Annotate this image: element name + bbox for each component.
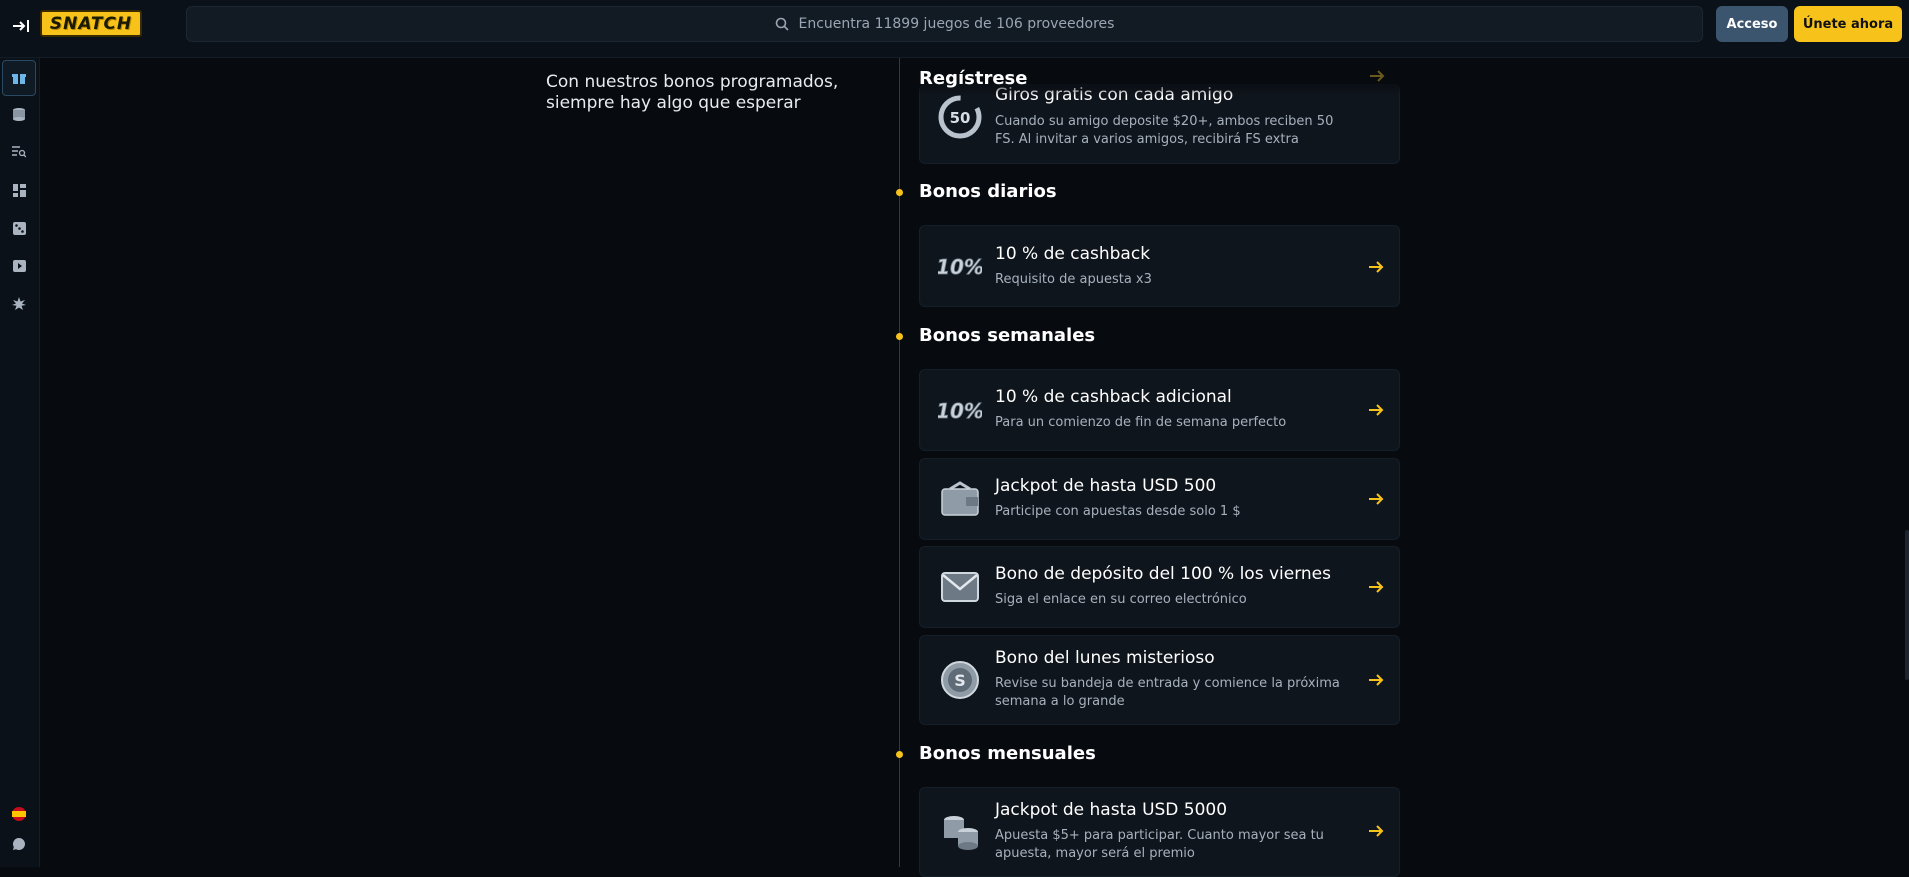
section-title-register: Regístrese [919,68,1028,89]
coins-icon [13,108,25,121]
live-video-icon [12,260,26,272]
card-title: 10 % de cashback [995,244,1151,264]
bonus-card-friday-deposit[interactable]: Bono de depósito del 100 % los viernes S… [919,546,1400,628]
bonus-card-jackpot-500[interactable]: Jackpot de hasta USD 500 Participe con a… [919,458,1400,540]
coin-stack-icon [938,810,982,854]
sidebar-item-bonuses[interactable] [2,60,36,96]
site-logo[interactable]: SNATCH [40,10,142,37]
card-description: Participe con apuestas desde solo 1 $ [995,504,1241,519]
list-search-icon [12,146,26,158]
search-placeholder: Encuentra 11899 juegos de 106 proveedore… [798,16,1115,32]
ten-percent-icon: 10% [938,388,982,432]
bonus-card-daily-cashback[interactable]: 10% 10 % de cashback Requisito de apuest… [919,225,1400,307]
wallet-icon [938,477,982,521]
coin-s-icon: S [938,658,982,702]
card-title: 10 % de cashback adicional [995,387,1232,407]
arrow-right-icon[interactable] [1368,66,1388,86]
arrow-right-icon[interactable] [1367,400,1387,420]
arrow-right-icon[interactable] [1367,670,1387,690]
card-title: Bono del lunes misterioso [995,648,1215,668]
timeline-dot [896,333,903,340]
search-icon [775,17,789,31]
bonus-card-jackpot-5000[interactable]: Jackpot de hasta USD 5000 Apuesta $5+ pa… [919,787,1400,877]
card-description: Cuando su amigo deposite $20+, ambos rec… [995,114,1334,147]
svg-text:10%: 10% [938,255,982,279]
card-description: Apuesta $5+ para participar. Cuanto mayo… [995,828,1324,861]
dashboard-icon [12,183,26,197]
sidebar-item-specials[interactable] [2,286,36,322]
arrow-right-icon[interactable] [1367,821,1387,841]
card-title: Jackpot de hasta USD 500 [995,476,1217,496]
expand-sidebar-icon[interactable] [8,13,34,39]
card-title: Bono de depósito del 100 % los viernes [995,564,1331,584]
arrow-right-icon[interactable] [1367,489,1387,509]
card-description: Para un comienzo de fin de semana perfec… [995,415,1287,430]
section-title-monthly: Bonos mensuales [919,743,1096,764]
bonus-card-friend-spins[interactable]: 50 Giros gratis con cada amigo Cuando su… [919,84,1400,164]
spain-flag-icon [12,807,26,821]
card-description: Siga el enlace en su correo electrónico [995,592,1247,607]
left-sidebar [0,58,40,867]
top-bar: SNATCH Encuentra 11899 juegos de 106 pro… [0,0,1909,58]
dice-icon [12,221,26,235]
svg-text:10%: 10% [938,399,982,423]
ten-percent-icon: 10% [938,244,982,288]
svg-text:S: S [954,671,966,690]
page-scrollbar[interactable] [1905,530,1909,680]
join-button[interactable]: Únete ahora [1794,6,1902,42]
sidebar-item-live[interactable] [2,248,36,284]
sidebar-item-dashboard[interactable] [2,172,36,208]
envelope-icon [938,565,982,609]
card-description: Requisito de apuesta x3 [995,272,1152,287]
arrow-right-icon[interactable] [1367,577,1387,597]
card-title: Jackpot de hasta USD 5000 [995,800,1228,820]
bonus-card-mystery-monday[interactable]: S Bono del lunes misterioso Revise su ba… [919,635,1400,725]
sidebar-item-search-list[interactable] [2,134,36,170]
sidebar-item-dice[interactable] [2,210,36,246]
bonus-card-weekly-cashback[interactable]: 10% 10 % de cashback adicional Para un c… [919,369,1400,451]
chat-icon [12,838,25,850]
card-description: Revise su bandeja de entrada y comience … [995,676,1340,709]
section-title-weekly: Bonos semanales [919,325,1096,346]
sidebar-item-coins[interactable] [2,96,36,132]
intro-text: Con nuestros bonos programados, siempre … [546,72,839,113]
arrow-right-icon[interactable] [1367,257,1387,277]
timeline-dot [896,751,903,758]
gift-icon [12,74,26,84]
timeline-line [899,58,900,867]
burst-icon [12,297,26,310]
svg-text:50: 50 [950,109,971,127]
search-input[interactable]: Encuentra 11899 juegos de 106 proveedore… [186,6,1703,42]
chat-button[interactable] [2,826,36,862]
fifty-spins-icon: 50 [938,95,982,139]
section-title-daily: Bonos diarios [919,181,1057,202]
login-button[interactable]: Acceso [1716,6,1788,42]
timeline-dot [896,189,903,196]
